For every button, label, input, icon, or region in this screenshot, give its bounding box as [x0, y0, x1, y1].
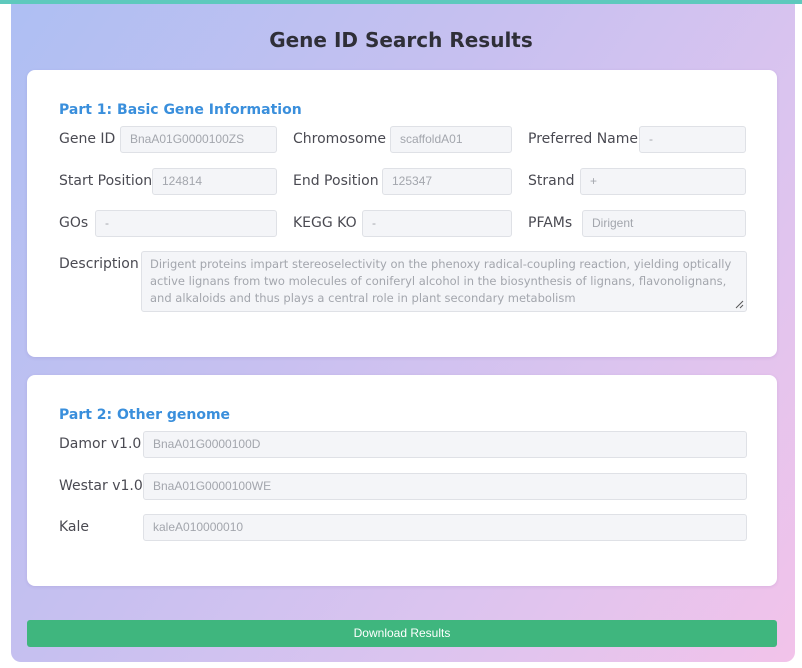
westar-label: Westar v1.0 — [59, 478, 143, 494]
gos-label: GOs — [59, 215, 89, 231]
part2-title: Part 2: Other genome — [59, 407, 231, 423]
preferred-name-label: Preferred Name — [528, 131, 639, 147]
kale-label: Kale — [59, 519, 90, 535]
kegg-ko-field[interactable]: - — [362, 210, 512, 237]
other-genome-card: Part 2: Other genome Damor v1.0 BnaA01G0… — [27, 375, 777, 586]
gene-id-label: Gene ID — [59, 131, 116, 147]
gene-id-field[interactable]: BnaA01G0000100ZS — [120, 126, 277, 153]
kegg-ko-label: KEGG KO — [293, 215, 357, 231]
download-results-button[interactable]: Download Results — [27, 620, 777, 647]
end-position-label: End Position — [293, 173, 379, 189]
start-position-field[interactable]: 124814 — [152, 168, 277, 195]
damor-field[interactable]: BnaA01G0000100D — [143, 431, 747, 458]
description-textarea[interactable]: Dirigent proteins impart stereoselectivi… — [141, 251, 747, 312]
damor-label: Damor v1.0 — [59, 436, 142, 452]
gos-field[interactable]: - — [95, 210, 277, 237]
kale-field[interactable]: kaleA010000010 — [143, 514, 747, 541]
chromosome-label: Chromosome — [293, 131, 386, 147]
page-title: Gene ID Search Results — [269, 28, 533, 52]
pfams-label: PFAMs — [528, 215, 573, 231]
pfams-field[interactable]: Dirigent — [582, 210, 746, 237]
strand-field[interactable]: + — [580, 168, 746, 195]
chromosome-field[interactable]: scaffoldA01 — [390, 126, 512, 153]
basic-gene-info-card: Part 1: Basic Gene Information Gene ID B… — [27, 70, 777, 357]
strand-label: Strand — [528, 173, 575, 189]
part1-title: Part 1: Basic Gene Information — [59, 102, 302, 118]
westar-field[interactable]: BnaA01G0000100WE — [143, 473, 747, 500]
preferred-name-field[interactable]: - — [639, 126, 746, 153]
description-text: Dirigent proteins impart stereoselectivi… — [150, 257, 732, 305]
description-label: Description — [59, 256, 139, 272]
resize-handle-icon[interactable] — [734, 299, 744, 309]
end-position-field[interactable]: 125347 — [382, 168, 512, 195]
start-position-label: Start Position — [59, 173, 153, 189]
